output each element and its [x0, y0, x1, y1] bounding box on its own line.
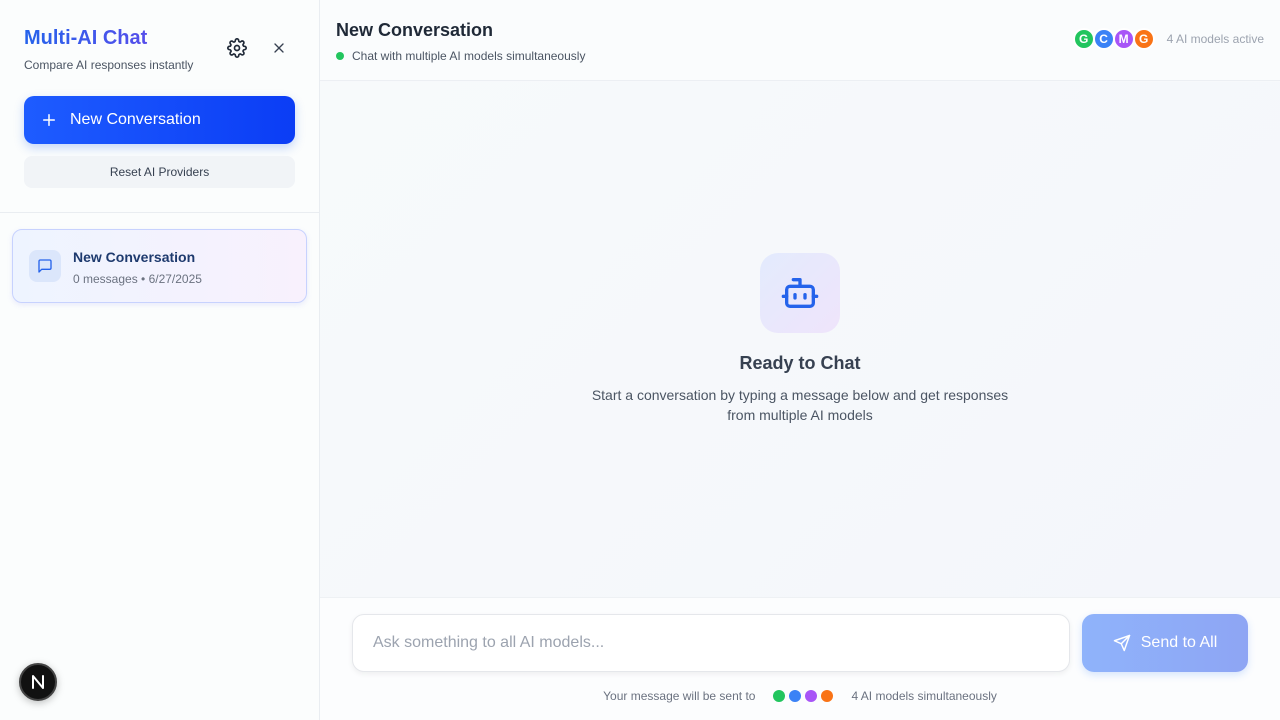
model-dots [771, 690, 835, 702]
framework-badge[interactable] [19, 663, 57, 701]
send-to-all-button[interactable]: Send to All [1082, 614, 1248, 672]
model-dot [773, 690, 786, 702]
close-icon [274, 43, 284, 53]
status-dot [336, 52, 344, 60]
message-square-icon [29, 250, 61, 282]
model-avatar: C [1092, 28, 1115, 50]
app-subtitle: Compare AI responses instantly [24, 58, 194, 72]
plus-icon [40, 111, 58, 129]
gear-icon [227, 38, 247, 58]
model-avatar: G [1072, 28, 1095, 50]
model-dot [821, 690, 834, 702]
empty-state-subtitle: Start a conversation by typing a message… [591, 387, 1009, 423]
bot-icon [760, 253, 840, 333]
active-models: G C M G 4 AI models active [1072, 28, 1264, 50]
page-title: New Conversation [336, 20, 494, 40]
status-text: Chat with multiple AI models simultaneou… [352, 49, 586, 63]
empty-state: Ready to Chat Start a conversation by ty… [320, 82, 1280, 597]
empty-state-title: Ready to Chat [739, 353, 861, 373]
send-label: Send to All [1140, 634, 1218, 651]
footnote-prefix: Your message will be sent to [603, 689, 756, 703]
status-line: Chat with multiple AI models simultaneou… [336, 49, 585, 63]
message-input[interactable] [352, 614, 1070, 672]
model-avatar: M [1112, 28, 1135, 50]
send-icon [1113, 634, 1130, 652]
sidebar: Multi-AI Chat Compare AI responses insta… [0, 0, 320, 720]
footnote-suffix: 4 AI models simultaneously [851, 689, 997, 703]
conversation-item[interactable]: New Conversation 0 messages • 6/27/2025 [12, 229, 307, 303]
app-title: Multi-AI Chat [24, 26, 304, 50]
sidebar-divider [0, 212, 319, 213]
new-conversation-button[interactable]: New Conversation [24, 96, 295, 144]
model-avatar: G [1132, 28, 1155, 50]
sidebar-header: Multi-AI Chat Compare AI responses insta… [24, 26, 304, 76]
close-sidebar-button[interactable] [265, 34, 293, 62]
conversation-meta: 0 messages • 6/27/2025 [73, 272, 202, 286]
composer: Send to All Your message will be sent to… [320, 597, 1280, 720]
n-logo-icon [32, 675, 44, 689]
model-dot [789, 690, 802, 702]
settings-button[interactable] [223, 34, 251, 62]
conversation-title: New Conversation [73, 249, 196, 265]
reset-providers-button[interactable]: Reset AI Providers [24, 156, 295, 188]
model-dot [805, 690, 818, 702]
new-conversation-label: New Conversation [70, 111, 201, 128]
chat-header: New Conversation Chat with multiple AI m… [320, 0, 1280, 81]
send-footnote: Your message will be sent to 4 AI models… [320, 689, 1280, 703]
models-count: 4 AI models active [1166, 32, 1264, 46]
